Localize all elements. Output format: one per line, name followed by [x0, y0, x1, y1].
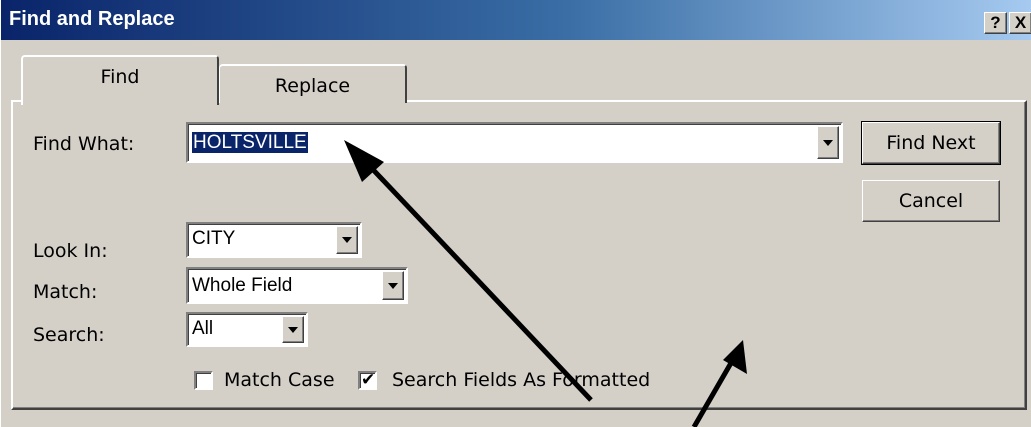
tab-replace-label: Replace [274, 75, 351, 97]
search-select[interactable]: All [186, 312, 308, 347]
match-case-label: Match Case [224, 369, 335, 391]
match-label: Match: [33, 281, 98, 303]
find-replace-dialog: Find and Replace ? X Replace Find Find W… [0, 0, 1031, 427]
look-in-select[interactable]: CITY [186, 222, 362, 258]
match-select[interactable]: Whole Field [186, 267, 408, 304]
find-what-label: Find What: [33, 133, 135, 155]
find-what-dropdown-icon[interactable] [817, 126, 839, 159]
title-bar: Find and Replace ? X [1, 0, 1031, 40]
look-in-dropdown-icon[interactable] [336, 226, 358, 254]
match-dropdown-icon[interactable] [382, 271, 404, 300]
close-button[interactable]: X [1009, 12, 1031, 34]
find-what-input[interactable]: HOLTSVILLE [186, 122, 843, 163]
match-value: Whole Field [192, 275, 293, 296]
search-value: All [192, 318, 214, 339]
checkmark-icon: ✔ [361, 370, 376, 390]
search-fields-as-formatted-checkbox[interactable]: ✔ [358, 370, 377, 390]
search-fields-as-formatted-label: Search Fields As Formatted [392, 369, 651, 391]
tab-find-label: Find [100, 66, 140, 88]
find-next-button[interactable]: Find Next [861, 121, 1001, 165]
search-label: Search: [33, 324, 105, 346]
look-in-value: CITY [192, 228, 236, 249]
window-title: Find and Replace [9, 8, 175, 30]
find-what-value: HOLTSVILLE [191, 131, 309, 154]
look-in-label: Look In: [33, 240, 108, 262]
cancel-button[interactable]: Cancel [862, 180, 1000, 222]
help-button[interactable]: ? [984, 12, 1007, 34]
tab-find[interactable]: Find [21, 55, 219, 105]
search-dropdown-icon[interactable] [282, 316, 304, 343]
tab-replace[interactable]: Replace [219, 64, 407, 103]
match-case-checkbox[interactable] [194, 371, 213, 390]
